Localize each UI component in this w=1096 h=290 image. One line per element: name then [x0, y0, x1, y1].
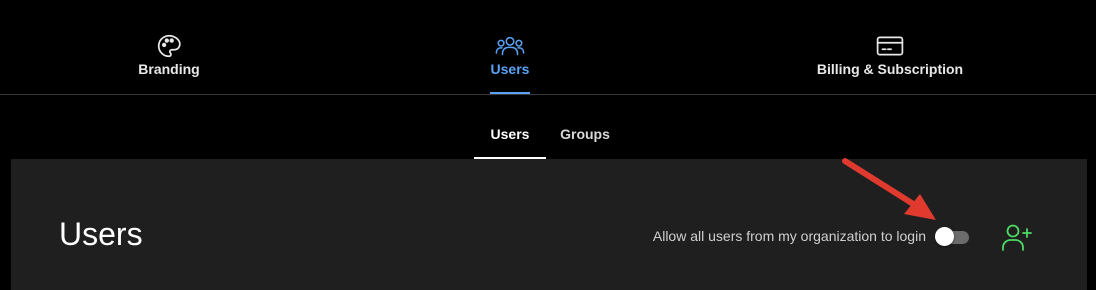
- users-panel: Users Allow all users from my organizati…: [11, 159, 1087, 290]
- toggle-thumb: [935, 227, 954, 246]
- tab-branding-label: Branding: [138, 61, 200, 77]
- allow-org-login-toggle[interactable]: [935, 227, 971, 247]
- users-group-icon: [495, 33, 525, 59]
- tab-billing-subscription[interactable]: Billing & Subscription: [810, 0, 970, 94]
- subtab-groups[interactable]: Groups: [548, 95, 622, 159]
- tab-users-label: Users: [490, 61, 530, 77]
- sub-navigation: Users Groups: [0, 95, 1096, 159]
- page-title: Users: [59, 216, 143, 252]
- tab-billing-label: Billing & Subscription: [816, 61, 964, 77]
- subtab-groups-label: Groups: [560, 126, 610, 142]
- allow-org-login-label: Allow all users from my organization to …: [652, 228, 926, 244]
- add-user-icon: [1001, 224, 1033, 256]
- top-navigation: Branding Users Billing & Subscription: [0, 0, 1096, 95]
- tab-users[interactable]: Users: [480, 0, 540, 94]
- subtab-users-label: Users: [490, 126, 530, 142]
- add-user-button[interactable]: [1001, 222, 1033, 252]
- active-tab-indicator: [490, 92, 530, 94]
- tab-branding[interactable]: Branding: [120, 0, 218, 94]
- credit-card-icon: [875, 33, 905, 59]
- subtab-users[interactable]: Users: [474, 95, 546, 159]
- palette-icon: [154, 33, 184, 59]
